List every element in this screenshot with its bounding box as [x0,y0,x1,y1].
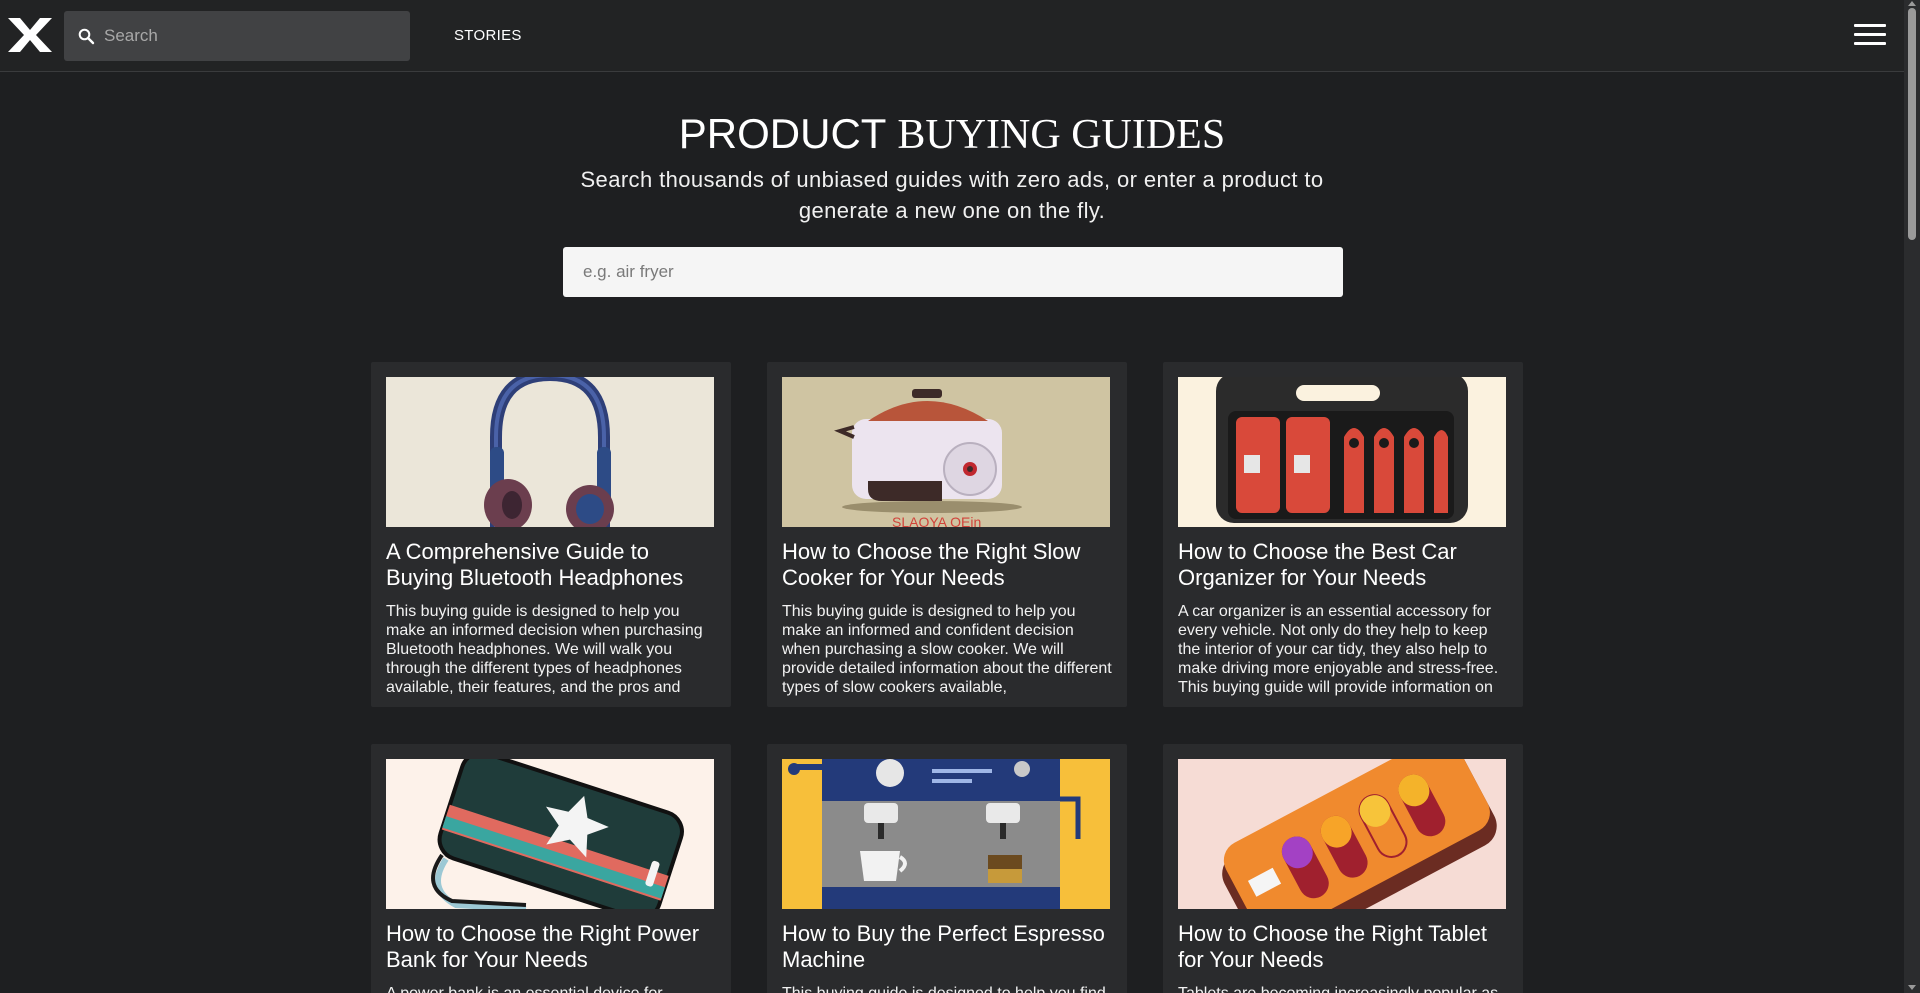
guide-card-title[interactable]: How to Choose the Right Slow Cooker for … [782,539,1117,591]
guide-card-description: A car organizer is an essential accessor… [1178,603,1499,696]
slow-cooker-image: SLAOYA OEin [782,377,1110,527]
guide-card-slow-cooker[interactable]: SLAOYA OEin How to Choose the Right Slow… [767,362,1127,707]
scrollbar-thumb[interactable] [1908,8,1916,240]
top-navigation-bar: STORIES [0,0,1904,72]
headphones-image [386,377,714,527]
guide-card-description: This buying guide is designed to help yo… [782,603,1112,696]
slow-cooker-illustration[interactable]: SLAOYA OEin [782,377,1110,527]
guide-card-title[interactable]: How to Choose the Right Tablet for Your … [1178,921,1513,973]
x-logo-icon[interactable] [6,16,54,54]
page-title-part-1: PRODUCT [678,110,886,157]
header-search-input[interactable] [104,11,400,61]
power-bank-image [386,759,714,909]
guide-card-car-organizer[interactable]: How to Choose the Best Car Organizer for… [1163,362,1523,707]
guide-card-title[interactable]: A Comprehensive Guide to Buying Bluetoot… [386,539,721,591]
car-organizer-illustration[interactable] [1178,377,1506,527]
product-search-input[interactable] [563,247,1343,297]
scroll-up-arrow-icon[interactable] [1908,1,1916,6]
scroll-down-arrow-icon[interactable] [1908,985,1916,990]
guide-card-title[interactable]: How to Buy the Perfect Espresso Machine [782,921,1117,973]
tablet-image [1178,759,1506,909]
svg-text:SLAOYA OEin: SLAOYA OEin [892,514,981,527]
guide-card-description: This buying guide is designed to help yo… [782,984,1112,993]
page-title-part-2: BUYING GUIDES [897,112,1226,158]
nav-link-stories[interactable]: STORIES [454,27,522,44]
page-scrollbar[interactable] [1904,0,1920,993]
espresso-machine-image [782,759,1110,909]
espresso-machine-illustration[interactable] [782,759,1110,909]
guide-card-description: Tablets are becoming increasingly popula… [1178,984,1508,993]
hamburger-menu-icon[interactable] [1854,24,1886,48]
car-organizer-image [1178,377,1506,527]
power-bank-illustration[interactable] [386,759,714,909]
guide-card-power-bank[interactable]: How to Choose the Right Power Bank for Y… [371,744,731,993]
guide-card-title[interactable]: How to Choose the Best Car Organizer for… [1178,539,1513,591]
guide-card-description: This buying guide is designed to help yo… [386,603,703,696]
guide-card-title[interactable]: How to Choose the Right Power Bank for Y… [386,921,721,973]
page-subtitle: Search thousands of unbiased guides with… [580,167,1324,223]
tablet-illustration[interactable] [1178,759,1506,909]
guide-card-espresso-machine[interactable]: How to Buy the Perfect Espresso Machine … [767,744,1127,993]
guide-card-tablet[interactable]: How to Choose the Right Tablet for Your … [1163,744,1523,993]
guide-card-description: A power bank is an essential device for [386,984,716,993]
headphones-illustration[interactable] [386,377,714,527]
guide-card-bluetooth-headphones[interactable]: A Comprehensive Guide to Buying Bluetoot… [371,362,731,707]
page-title: PRODUCT BUYING GUIDES [0,110,1904,159]
search-icon [78,28,95,45]
header-search-box[interactable] [64,11,410,61]
